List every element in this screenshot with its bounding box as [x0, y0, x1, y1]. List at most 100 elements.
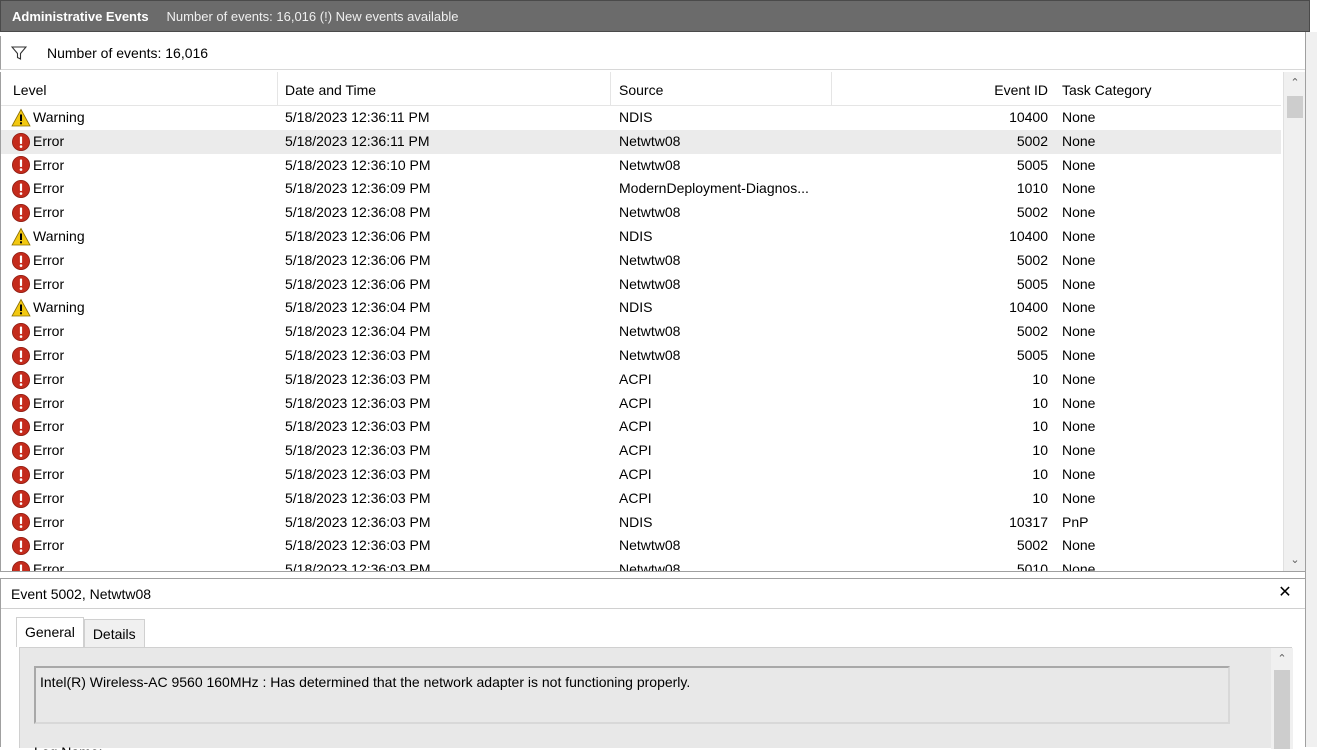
date-cell: 5/18/2023 12:36:06 PM — [285, 251, 431, 268]
table-row[interactable]: Warning 5/18/2023 12:36:04 PM NDIS 10400 Non… — [1, 296, 1281, 320]
error-icon — [12, 561, 30, 571]
task-category-cell: None — [1062, 418, 1096, 435]
table-row[interactable]: Error 5/18/2023 12:36:04 PM Netwtw08 5002 No… — [1, 320, 1281, 344]
table-row[interactable]: Error 5/18/2023 12:36:06 PM Netwtw08 5005 No… — [1, 273, 1281, 297]
task-category-cell: None — [1062, 299, 1096, 316]
task-category-cell: None — [1062, 489, 1096, 506]
task-category-cell: None — [1062, 465, 1096, 482]
task-category-cell: None — [1062, 251, 1096, 268]
table-row[interactable]: Error 5/18/2023 12:36:03 PM ACPI 10 None — [1, 463, 1281, 487]
error-icon — [11, 418, 31, 437]
level-cell: Error — [11, 249, 273, 273]
task-category-cell: None — [1062, 561, 1096, 572]
table-row[interactable]: Error 5/18/2023 12:36:03 PM ACPI 10 None — [1, 392, 1281, 416]
table-row[interactable]: Error 5/18/2023 12:36:03 PM ACPI 10 None — [1, 487, 1281, 511]
error-icon — [11, 180, 31, 199]
table-row[interactable]: Error 5/18/2023 12:36:03 PM NDIS 10317 PnP — [1, 511, 1281, 535]
error-icon — [11, 537, 31, 556]
table-row[interactable]: Error 5/18/2023 12:36:08 PM Netwtw08 5002 No… — [1, 201, 1281, 225]
table-row[interactable]: Error 5/18/2023 12:36:03 PM ACPI 10 None — [1, 415, 1281, 439]
error-icon — [11, 513, 31, 532]
level-cell: Error — [11, 273, 273, 297]
detail-header: Event 5002, Netwtw08 ✕ — [1, 579, 1305, 609]
column-header-source[interactable]: Source — [611, 72, 832, 106]
filter-icon[interactable] — [11, 45, 27, 61]
tab-general[interactable]: General — [16, 617, 84, 647]
grid-scrollbar[interactable]: ⌃ ⌄ — [1283, 72, 1305, 571]
table-row[interactable]: Error 5/18/2023 12:36:03 PM Netwtw08 5010 No… — [1, 558, 1281, 572]
source-cell: Netwtw08 — [619, 323, 681, 340]
column-header-event-id[interactable]: Event ID — [832, 72, 1052, 106]
error-icon — [11, 346, 31, 365]
level-cell: Error — [11, 154, 273, 178]
close-icon[interactable]: ✕ — [1275, 583, 1295, 603]
task-category-cell: None — [1062, 132, 1096, 149]
date-cell: 5/18/2023 12:36:09 PM — [285, 180, 431, 197]
table-row[interactable]: Error 5/18/2023 12:36:03 PM Netwtw08 5002 No… — [1, 534, 1281, 558]
event-message[interactable]: Intel(R) Wireless-AC 9560 160MHz : Has d… — [34, 666, 1230, 724]
task-category-cell: None — [1062, 275, 1096, 292]
table-row[interactable]: Error 5/18/2023 12:36:10 PM Netwtw08 5005 No… — [1, 154, 1281, 178]
table-row[interactable]: Error 5/18/2023 12:36:06 PM Netwtw08 5002 No… — [1, 249, 1281, 273]
level-text: Error — [33, 537, 65, 554]
table-row[interactable]: Error 5/18/2023 12:36:11 PM Netwtw08 5002 No… — [1, 129, 1281, 154]
date-cell: 5/18/2023 12:36:04 PM — [285, 299, 431, 316]
table-row[interactable]: Warning 5/18/2023 12:36:11 PM NDIS 10400 Non… — [1, 106, 1281, 130]
source-cell: Netwtw08 — [619, 132, 681, 149]
column-header-date[interactable]: Date and Time — [278, 72, 611, 106]
date-cell: 5/18/2023 12:36:06 PM — [285, 275, 431, 292]
error-icon — [11, 489, 31, 508]
task-category-cell: None — [1062, 204, 1096, 221]
detail-scrollbar[interactable]: ⌃ — [1271, 648, 1293, 749]
date-cell: 5/18/2023 12:36:03 PM — [285, 370, 431, 387]
table-row[interactable]: Error 5/18/2023 12:36:03 PM ACPI 10 None — [1, 368, 1281, 392]
task-category-cell: None — [1062, 227, 1096, 244]
scroll-up-icon[interactable]: ⌃ — [1284, 74, 1305, 92]
table-row[interactable]: Error 5/18/2023 12:36:09 PM ModernDeployme… — [1, 177, 1281, 201]
task-category-cell: None — [1062, 109, 1096, 125]
level-cell: Error — [11, 320, 273, 344]
window-edge — [1305, 32, 1317, 747]
source-cell: Netwtw08 — [619, 204, 681, 221]
level-cell: Error — [11, 201, 273, 225]
level-text: Warning — [33, 299, 85, 316]
event-id-cell: 5002 — [1016, 204, 1048, 221]
event-id-cell: 10400 — [1009, 299, 1048, 316]
source-cell: ACPI — [619, 370, 652, 387]
event-id-cell: 5002 — [1016, 323, 1048, 340]
table-row[interactable]: Warning 5/18/2023 12:36:06 PM NDIS 10400 Non… — [1, 225, 1281, 249]
level-text: Warning — [33, 227, 85, 244]
error-icon — [11, 442, 31, 461]
error-icon — [11, 394, 31, 413]
grid-header: Level Date and Time Source Event ID Task… — [1, 72, 1281, 106]
level-text: Error — [33, 156, 65, 173]
level-text: Error — [33, 275, 65, 292]
table-row[interactable]: Error 5/18/2023 12:36:03 PM ACPI 10 None — [1, 439, 1281, 463]
scroll-thumb[interactable] — [1274, 670, 1290, 749]
scroll-down-icon[interactable]: ⌄ — [1284, 551, 1305, 569]
date-cell: 5/18/2023 12:36:03 PM — [285, 442, 431, 459]
task-category-cell: None — [1062, 442, 1096, 459]
table-row[interactable]: Error 5/18/2023 12:36:03 PM Netwtw08 5005 No… — [1, 344, 1281, 368]
error-icon — [11, 156, 31, 175]
title-bar: Administrative Events Number of events: … — [0, 0, 1310, 32]
date-cell: 5/18/2023 12:36:03 PM — [285, 465, 431, 482]
tab-details[interactable]: Details — [83, 619, 145, 647]
source-cell: NDIS — [619, 299, 653, 316]
view-title: Administrative Events — [12, 8, 149, 24]
column-header-level[interactable]: Level — [1, 72, 278, 106]
scroll-up-icon[interactable]: ⌃ — [1271, 650, 1293, 668]
level-text: Error — [33, 394, 65, 411]
level-text: Error — [33, 442, 65, 459]
level-text: Error — [33, 180, 65, 197]
event-id-cell: 5005 — [1016, 346, 1048, 363]
detail-tabs: General Details — [16, 617, 145, 647]
column-header-task-category[interactable]: Task Category — [1052, 72, 1281, 106]
event-viewer-pane: Administrative Events Number of events: … — [0, 0, 1317, 750]
scroll-thumb[interactable] — [1287, 96, 1303, 118]
filter-bar: Number of events: 16,016 — [0, 36, 1305, 70]
level-cell: Error — [11, 344, 273, 368]
level-cell: Warning — [11, 106, 273, 130]
source-cell: Netwtw08 — [619, 251, 681, 268]
task-category-cell: None — [1062, 323, 1096, 340]
